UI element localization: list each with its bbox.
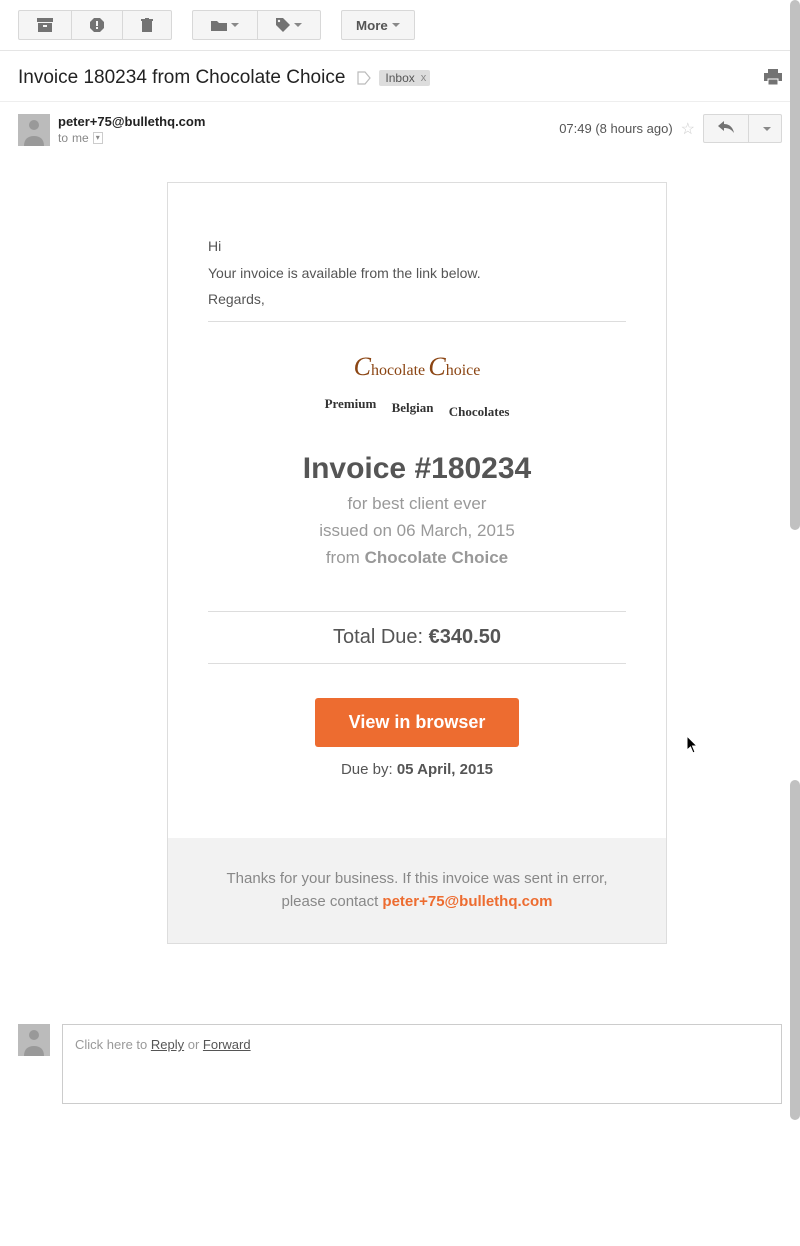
to-line[interactable]: to me ▾ — [58, 131, 205, 145]
spam-icon — [90, 18, 104, 32]
brand-logo: Chocolate Choice Premium Belgian Chocola… — [208, 352, 626, 412]
total-label: Total Due: — [333, 626, 429, 648]
archive-button[interactable] — [18, 10, 72, 40]
reply-more-button[interactable] — [749, 114, 782, 143]
invoice-from: from Chocolate Choice — [208, 544, 626, 571]
delete-button[interactable] — [122, 10, 172, 40]
signoff-text: Regards, — [208, 286, 626, 313]
subject-row: Invoice 180234 from Chocolate Choice Inb… — [0, 51, 800, 102]
total-due-row: Total Due: €340.50 — [208, 611, 626, 664]
scrollbar[interactable] — [786, 0, 800, 1246]
email-body: Hi Your invoice is available from the li… — [0, 152, 800, 974]
message-header: peter+75@bullethq.com to me ▾ 07:49 (8 h… — [0, 102, 800, 152]
footer-contact-email[interactable]: peter+75@bullethq.com — [382, 893, 552, 910]
brand-name: Chocolate Choice — [208, 352, 626, 382]
tag-icon — [276, 18, 290, 32]
to-prefix: to — [58, 131, 68, 145]
message-time: 07:49 (8 hours ago) — [559, 121, 672, 136]
forward-link[interactable]: Forward — [203, 1037, 251, 1052]
invoice-card: Hi Your invoice is available from the li… — [167, 182, 667, 944]
print-button[interactable] — [764, 69, 782, 88]
greeting-text: Hi — [208, 233, 626, 260]
subject-text: Invoice 180234 from Chocolate Choice — [18, 67, 345, 89]
from-email: peter+75@bullethq.com — [58, 114, 205, 129]
sender-avatar — [18, 114, 50, 146]
archive-icon — [37, 18, 53, 32]
chevron-down-icon — [763, 127, 771, 131]
label-pill-inbox[interactable]: Inbox x — [379, 70, 430, 86]
toolbar: More — [0, 0, 800, 51]
move-to-button[interactable] — [192, 10, 258, 40]
invoice-subtitle: for best client ever issued on 06 March,… — [208, 490, 626, 572]
message-meta: 07:49 (8 hours ago) ☆ — [559, 114, 782, 143]
invoice-for: for best client ever — [208, 490, 626, 517]
labels-button[interactable] — [257, 10, 321, 40]
label-remove-icon[interactable]: x — [421, 72, 427, 84]
reply-icon — [718, 121, 734, 133]
more-label: More — [356, 18, 388, 33]
recipient-details-toggle[interactable]: ▾ — [93, 132, 103, 144]
scrollbar-thumb[interactable] — [790, 780, 800, 1120]
reply-link[interactable]: Reply — [151, 1037, 184, 1052]
reply-button-group — [703, 114, 782, 143]
view-in-browser-button[interactable]: View in browser — [315, 698, 520, 747]
reply-or: or — [184, 1037, 203, 1052]
scrollbar-thumb[interactable] — [790, 0, 800, 530]
total-amount: €340.50 — [429, 626, 501, 648]
reply-area: Click here to Reply or Forward — [0, 1024, 800, 1134]
reply-prefix: Click here to — [75, 1037, 151, 1052]
spam-button[interactable] — [71, 10, 123, 40]
folder-icon — [211, 19, 227, 31]
from-block: peter+75@bullethq.com to me ▾ — [58, 114, 205, 145]
reply-button[interactable] — [703, 114, 749, 143]
chevron-down-icon — [294, 23, 302, 27]
label-outline-icon — [357, 71, 371, 85]
print-icon — [764, 69, 782, 85]
chevron-down-icon — [231, 23, 239, 27]
reply-compose-box[interactable]: Click here to Reply or Forward — [62, 1024, 782, 1104]
self-avatar — [18, 1024, 50, 1056]
trash-icon — [141, 18, 153, 32]
due-by-line: Due by: 05 April, 2015 — [208, 761, 626, 778]
greeting-block: Hi Your invoice is available from the li… — [208, 233, 626, 322]
chevron-down-icon — [392, 23, 400, 27]
due-date: 05 April, 2015 — [397, 761, 493, 778]
invoice-issued: issued on 06 March, 2015 — [208, 517, 626, 544]
brand-tagline: Premium Belgian Chocolates — [208, 396, 626, 412]
more-button[interactable]: More — [341, 10, 415, 40]
label-pill-text: Inbox — [385, 71, 414, 85]
toolbar-group-move — [192, 10, 321, 40]
invoice-title: Invoice #180234 — [208, 452, 626, 486]
invoice-footer: Thanks for your business. If this invoic… — [168, 838, 666, 943]
star-button[interactable]: ☆ — [681, 119, 695, 139]
toolbar-group-actions — [18, 10, 172, 40]
to-recipient: me — [72, 131, 89, 145]
intro-text: Your invoice is available from the link … — [208, 260, 626, 287]
